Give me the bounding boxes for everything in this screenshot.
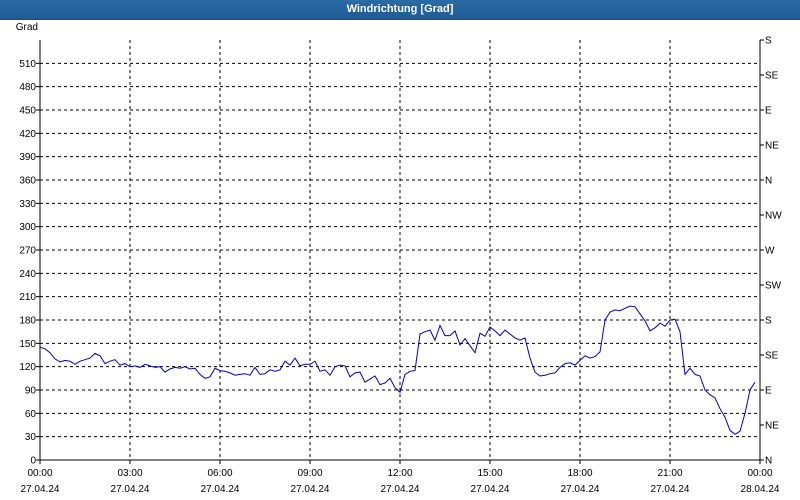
- x-tick-label-date: 27.04.24: [201, 484, 240, 495]
- y2-tick-label: NE: [765, 421, 779, 432]
- x-tick-label-time: 03:00: [117, 468, 142, 479]
- x-tick-label-date: 27.04.24: [471, 484, 510, 495]
- y-axis-label: Grad: [16, 22, 38, 33]
- x-tick-label-time: 18:00: [567, 468, 592, 479]
- y-tick-label: 390: [19, 152, 36, 163]
- y-tick-label: 210: [19, 292, 36, 303]
- y2-tick-label: W: [765, 246, 775, 257]
- y2-tick-label: N: [765, 176, 772, 187]
- x-tick-label-time: 21:00: [657, 468, 682, 479]
- x-tick-label-time: 15:00: [477, 468, 502, 479]
- x-tick-label-date: 27.04.24: [291, 484, 330, 495]
- x-tick-label-time: 00:00: [27, 468, 52, 479]
- y2-tick-label: SW: [765, 281, 782, 292]
- y2-tick-label: NE: [765, 141, 779, 152]
- y2-tick-label: NW: [765, 211, 782, 222]
- y-tick-label: 240: [19, 269, 36, 280]
- y-tick-label: 120: [19, 362, 36, 373]
- y-tick-label: 270: [19, 246, 36, 257]
- y2-tick-label: S: [765, 316, 772, 327]
- x-tick-label-date: 27.04.24: [21, 484, 60, 495]
- y2-tick-label: SE: [765, 351, 779, 362]
- y-tick-label: 330: [19, 199, 36, 210]
- series-line: [39, 305, 756, 435]
- y2-tick-label: E: [765, 106, 772, 117]
- y-tick-label: 30: [25, 432, 37, 443]
- x-tick-label-date: 27.04.24: [381, 484, 420, 495]
- y-tick-label: 90: [25, 386, 37, 397]
- y2-tick-label: SE: [765, 71, 779, 82]
- y-tick-label: 180: [19, 316, 36, 327]
- chart-area: 0 30 60 90 120 150 180 210 240 270 300 330 360 390 420…: [16, 22, 782, 495]
- x-tick-label-date: 27.04.24: [111, 484, 150, 495]
- x-tick-label-time: 12:00: [387, 468, 412, 479]
- y-tick-label: 300: [19, 222, 36, 233]
- y-tick-label: 0: [30, 456, 36, 467]
- y2-tick-label: E: [765, 386, 772, 397]
- y-tick-label: 420: [19, 129, 36, 140]
- y2-tick-label: N: [765, 456, 772, 467]
- x-tick-label-time: 06:00: [207, 468, 232, 479]
- y-tick-label: 360: [19, 176, 36, 187]
- y-tick-label: 480: [19, 82, 36, 93]
- x-tick-label-date: 27.04.24: [561, 484, 600, 495]
- y2-tick-label: S: [765, 36, 772, 47]
- y-tick-label: 450: [19, 106, 36, 117]
- y-tick-label: 60: [25, 409, 37, 420]
- y-tick-label: 510: [19, 59, 36, 70]
- x-tick-label-time: 09:00: [297, 468, 322, 479]
- x-tick-label-date: 28.04.24: [741, 484, 780, 495]
- y-tick-label: 150: [19, 339, 36, 350]
- x-tick-label-time: 00:00: [747, 468, 772, 479]
- x-tick-label-date: 27.04.24: [651, 484, 690, 495]
